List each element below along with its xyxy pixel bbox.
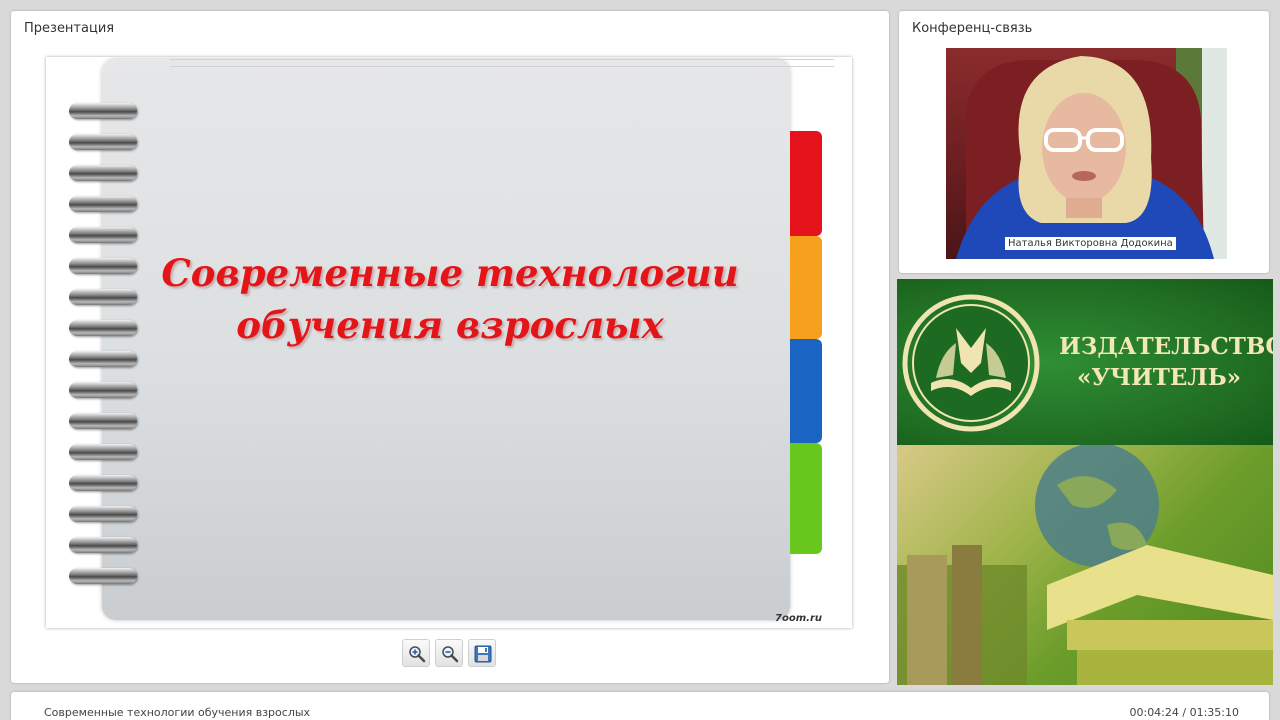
publisher-logo-icon [902, 294, 1040, 432]
publisher-name-line: ИЗДАТЕЛЬСТВО [1059, 333, 1273, 360]
index-tab-red [790, 131, 822, 236]
spiral-ring-icon [69, 134, 137, 150]
presentation-panel-title: Презентация [24, 21, 115, 36]
index-tab-orange [790, 236, 822, 339]
publisher-banner: ИЗДАТЕЛЬСТВО «УЧИТЕЛЬ» [897, 279, 1273, 685]
publisher-banner-image [897, 443, 1273, 685]
spiral-ring-icon [69, 537, 137, 553]
spiral-ring-icon [69, 413, 137, 429]
spiral-ring-icon [69, 568, 137, 584]
bottom-bar: Современные технологии обучения взрослых… [11, 692, 1269, 720]
zoom-out-icon [442, 646, 459, 663]
participant-name-label: Наталья Викторовна Додокина [1005, 237, 1176, 250]
recording-title: Современные технологии обучения взрослых [44, 706, 311, 719]
slide-title-line: обучения взрослых [236, 303, 664, 347]
slide-watermark: 7oom.ru [775, 613, 822, 624]
spiral-ring-icon [69, 382, 137, 398]
conference-panel-title: Конференц-связь [912, 21, 1033, 36]
zoom-in-button[interactable] [402, 639, 430, 667]
publisher-name: ИЗДАТЕЛЬСТВО «УЧИТЕЛЬ» [1059, 331, 1273, 393]
participant-video[interactable]: Наталья Викторовна Додокина [946, 48, 1227, 259]
notebook-page-edge [170, 59, 834, 67]
spiral-ring-icon [69, 165, 137, 181]
publisher-banner-header: ИЗДАТЕЛЬСТВО «УЧИТЕЛЬ» [897, 279, 1273, 445]
index-tab-green [790, 443, 822, 554]
slide: Современные технологии обучения взрослых… [46, 57, 852, 628]
books-globe-icon [897, 443, 1273, 685]
spiral-ring-icon [69, 506, 137, 522]
save-button[interactable] [468, 639, 496, 667]
spiral-ring-icon [69, 475, 137, 491]
conference-panel: Конференц-связь Наталья Викторовна Додок… [899, 11, 1269, 273]
save-icon [474, 645, 492, 663]
spiral-ring-icon [69, 227, 137, 243]
spiral-ring-icon [69, 351, 137, 367]
spiral-ring-icon [69, 444, 137, 460]
participant-avatar-icon [956, 48, 1227, 259]
zoom-in-icon [409, 646, 426, 663]
zoom-out-button[interactable] [435, 639, 463, 667]
slide-title-line: Современные технологии [161, 251, 739, 295]
playback-time: 00:04:24 / 01:35:10 [1129, 706, 1239, 719]
presentation-panel: Презентация Современные технологии обуче… [11, 11, 889, 683]
spiral-ring-icon [69, 103, 137, 119]
slide-title: Современные технологии обучения взрослых [116, 247, 784, 351]
spiral-ring-icon [69, 196, 137, 212]
publisher-name-line: «УЧИТЕЛЬ» [1076, 364, 1242, 391]
index-tab-blue [790, 339, 822, 443]
